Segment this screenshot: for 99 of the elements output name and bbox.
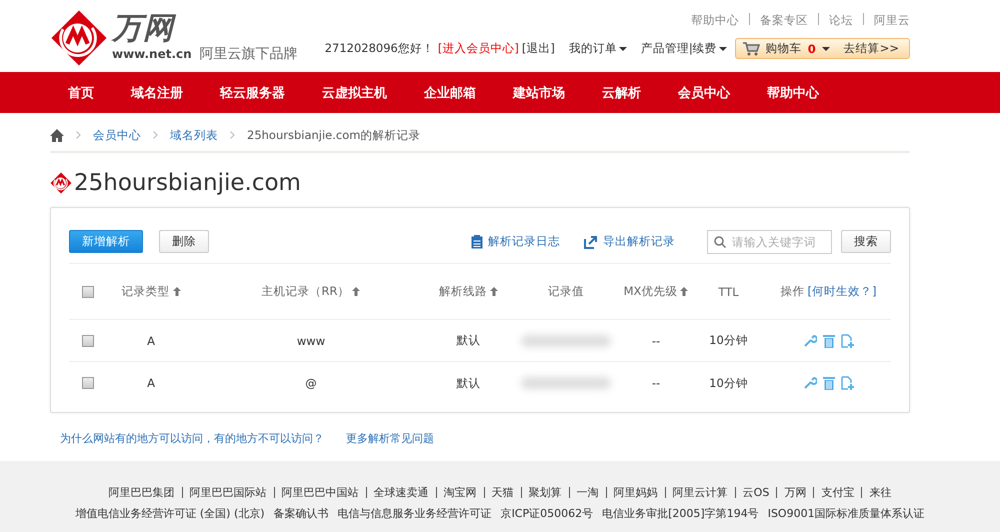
cart-count: 0 (808, 42, 816, 56)
checkbox[interactable] (82, 377, 94, 389)
column-header: 解析线路 (439, 284, 498, 299)
dropdown-menu[interactable]: 产品管理|续费 (640, 41, 727, 56)
top-link[interactable]: 阿里云 (874, 13, 910, 28)
footer-link[interactable]: 聚划算 (528, 485, 562, 500)
trash-icon[interactable] (822, 334, 834, 348)
help-link[interactable]: [何时生效？] (808, 284, 876, 299)
footer-link[interactable]: 阿里妈妈 (614, 485, 658, 500)
footer-link[interactable]: 天猫 (492, 485, 514, 500)
cart-icon (742, 41, 760, 56)
license-link[interactable]: 备案确认书 (274, 506, 329, 521)
search-field[interactable]: 请输入关键字词 (707, 230, 832, 254)
footer-link[interactable]: 阿里云计算 (672, 485, 728, 500)
nav-item[interactable]: 轻云服务器 (220, 84, 285, 102)
logo-text: 万网 (112, 13, 298, 45)
table-cell: A (147, 376, 155, 390)
table-cell: @ (305, 376, 317, 390)
breadcrumb-link[interactable]: 会员中心 (93, 128, 141, 142)
caret-icon (618, 46, 627, 50)
domain-title: 25hoursbianjie.com (74, 170, 301, 196)
column-header: 记录值 (548, 284, 584, 299)
nav-item[interactable]: 会员中心 (678, 84, 730, 102)
top-link[interactable]: 论坛 (829, 13, 853, 28)
wrench-icon[interactable] (802, 376, 816, 390)
footer-link[interactable]: 万网 (784, 485, 806, 500)
license-link[interactable]: ISO9001国际标准质量体系认证 (768, 506, 925, 521)
chevron-icon (153, 131, 158, 139)
table-cell: 默认 (456, 333, 480, 348)
table-cell: 10分钟 (709, 333, 748, 348)
cart-button[interactable]: 购物车 0 去结算>> (734, 38, 910, 59)
license-link[interactable]: 电信与信息服务业务经营许可证 (338, 506, 492, 521)
footer-link[interactable]: 云OS (742, 485, 770, 500)
breadcrumb-current: 25hoursbianjie.com的解析记录 (247, 128, 420, 142)
column-header: MX优先级 (624, 284, 688, 299)
footer-link[interactable]: 阿里巴巴中国站 (282, 485, 359, 500)
search-icon (714, 236, 726, 248)
column-header: 记录类型 (122, 284, 180, 299)
footer-link[interactable]: 阿里巴巴集团 (108, 485, 175, 500)
add-file-icon[interactable] (840, 376, 854, 390)
checkout-link[interactable]: 去结算>> (844, 41, 899, 56)
logout-link[interactable]: [退出] (522, 41, 555, 56)
table-cell: -- (652, 334, 660, 348)
nav-item[interactable]: 帮助中心 (767, 84, 819, 102)
home-icon[interactable] (50, 128, 64, 142)
footer-link[interactable]: 全球速卖通 (374, 485, 429, 500)
toolbar-link[interactable]: 导出解析记录 (584, 234, 675, 249)
add-file-icon[interactable] (840, 334, 854, 348)
member-center-link[interactable]: [进入会员中心] (438, 41, 519, 56)
greeting-text: 2712028096您好！ (324, 41, 434, 56)
breadcrumb-link[interactable]: 域名列表 (170, 128, 218, 142)
license-link[interactable]: 京ICP证050062号 (500, 506, 594, 521)
sort-arrow-icon[interactable] (680, 287, 688, 296)
caret-icon (718, 46, 727, 50)
sort-arrow-icon[interactable] (352, 287, 360, 296)
column-header: TTL (718, 284, 739, 298)
footer-link[interactable]: 来往 (869, 485, 892, 500)
table-cell: -- (652, 376, 660, 390)
clipboard-icon (471, 234, 483, 248)
nav-item[interactable]: 云虚拟主机 (322, 84, 387, 102)
nav-item[interactable]: 企业邮箱 (424, 84, 476, 102)
nav-item[interactable]: 建站市场 (513, 84, 565, 102)
nav-item[interactable]: 首页 (68, 84, 94, 102)
footer-link[interactable]: 淘宝网 (444, 485, 477, 500)
caret-icon (822, 46, 830, 50)
search-button[interactable]: 搜索 (841, 230, 891, 253)
checkbox[interactable] (82, 286, 94, 298)
table-cell: A (147, 334, 155, 348)
chevron-icon (230, 131, 235, 139)
footer-link[interactable]: 一淘 (576, 485, 599, 500)
table-cell: www (296, 334, 326, 348)
logo-domain: www.net.cn (112, 47, 192, 61)
license-link[interactable]: 增值电信业务经营许可证 (全国) (北京) (75, 506, 265, 521)
toolbar-link[interactable]: 解析记录日志 (471, 234, 560, 249)
sort-arrow-icon[interactable] (490, 287, 498, 296)
column-header: 主机记录（RR） (262, 284, 360, 299)
help-link[interactable]: 更多解析常见问题 (346, 431, 434, 461)
logo-icon (50, 9, 108, 67)
delete-button[interactable]: 删除 (159, 230, 209, 253)
license-link[interactable]: 电信业务审批[2005]字第194号 (602, 506, 759, 521)
table-cell: 默认 (456, 376, 480, 390)
logo-tagline: 阿里云旗下品牌 (200, 45, 298, 63)
column-header: 操作 [何时生效？] (780, 284, 876, 299)
wrench-icon[interactable] (802, 334, 816, 348)
top-link[interactable]: 帮助中心 (691, 13, 739, 28)
trash-icon[interactable] (822, 376, 834, 390)
sort-arrow-icon[interactable] (172, 287, 180, 296)
table-cell: 10分钟 (709, 376, 748, 390)
help-link[interactable]: 为什么网站有的地方可以访问，有的地方不可以访问？ (60, 431, 324, 461)
top-link[interactable]: 备案专区 (760, 13, 808, 28)
footer-link[interactable]: 支付宝 (821, 485, 854, 500)
checkbox[interactable] (82, 334, 94, 346)
dropdown-menu[interactable]: 我的订单 (568, 41, 627, 56)
chevron-icon (76, 131, 81, 139)
nav-item[interactable]: 域名注册 (131, 84, 183, 102)
nav-item[interactable]: 云解析 (602, 84, 641, 102)
export-icon (584, 234, 598, 248)
domain-logo-icon (50, 172, 72, 194)
footer-link[interactable]: 阿里巴巴国际站 (190, 485, 267, 500)
